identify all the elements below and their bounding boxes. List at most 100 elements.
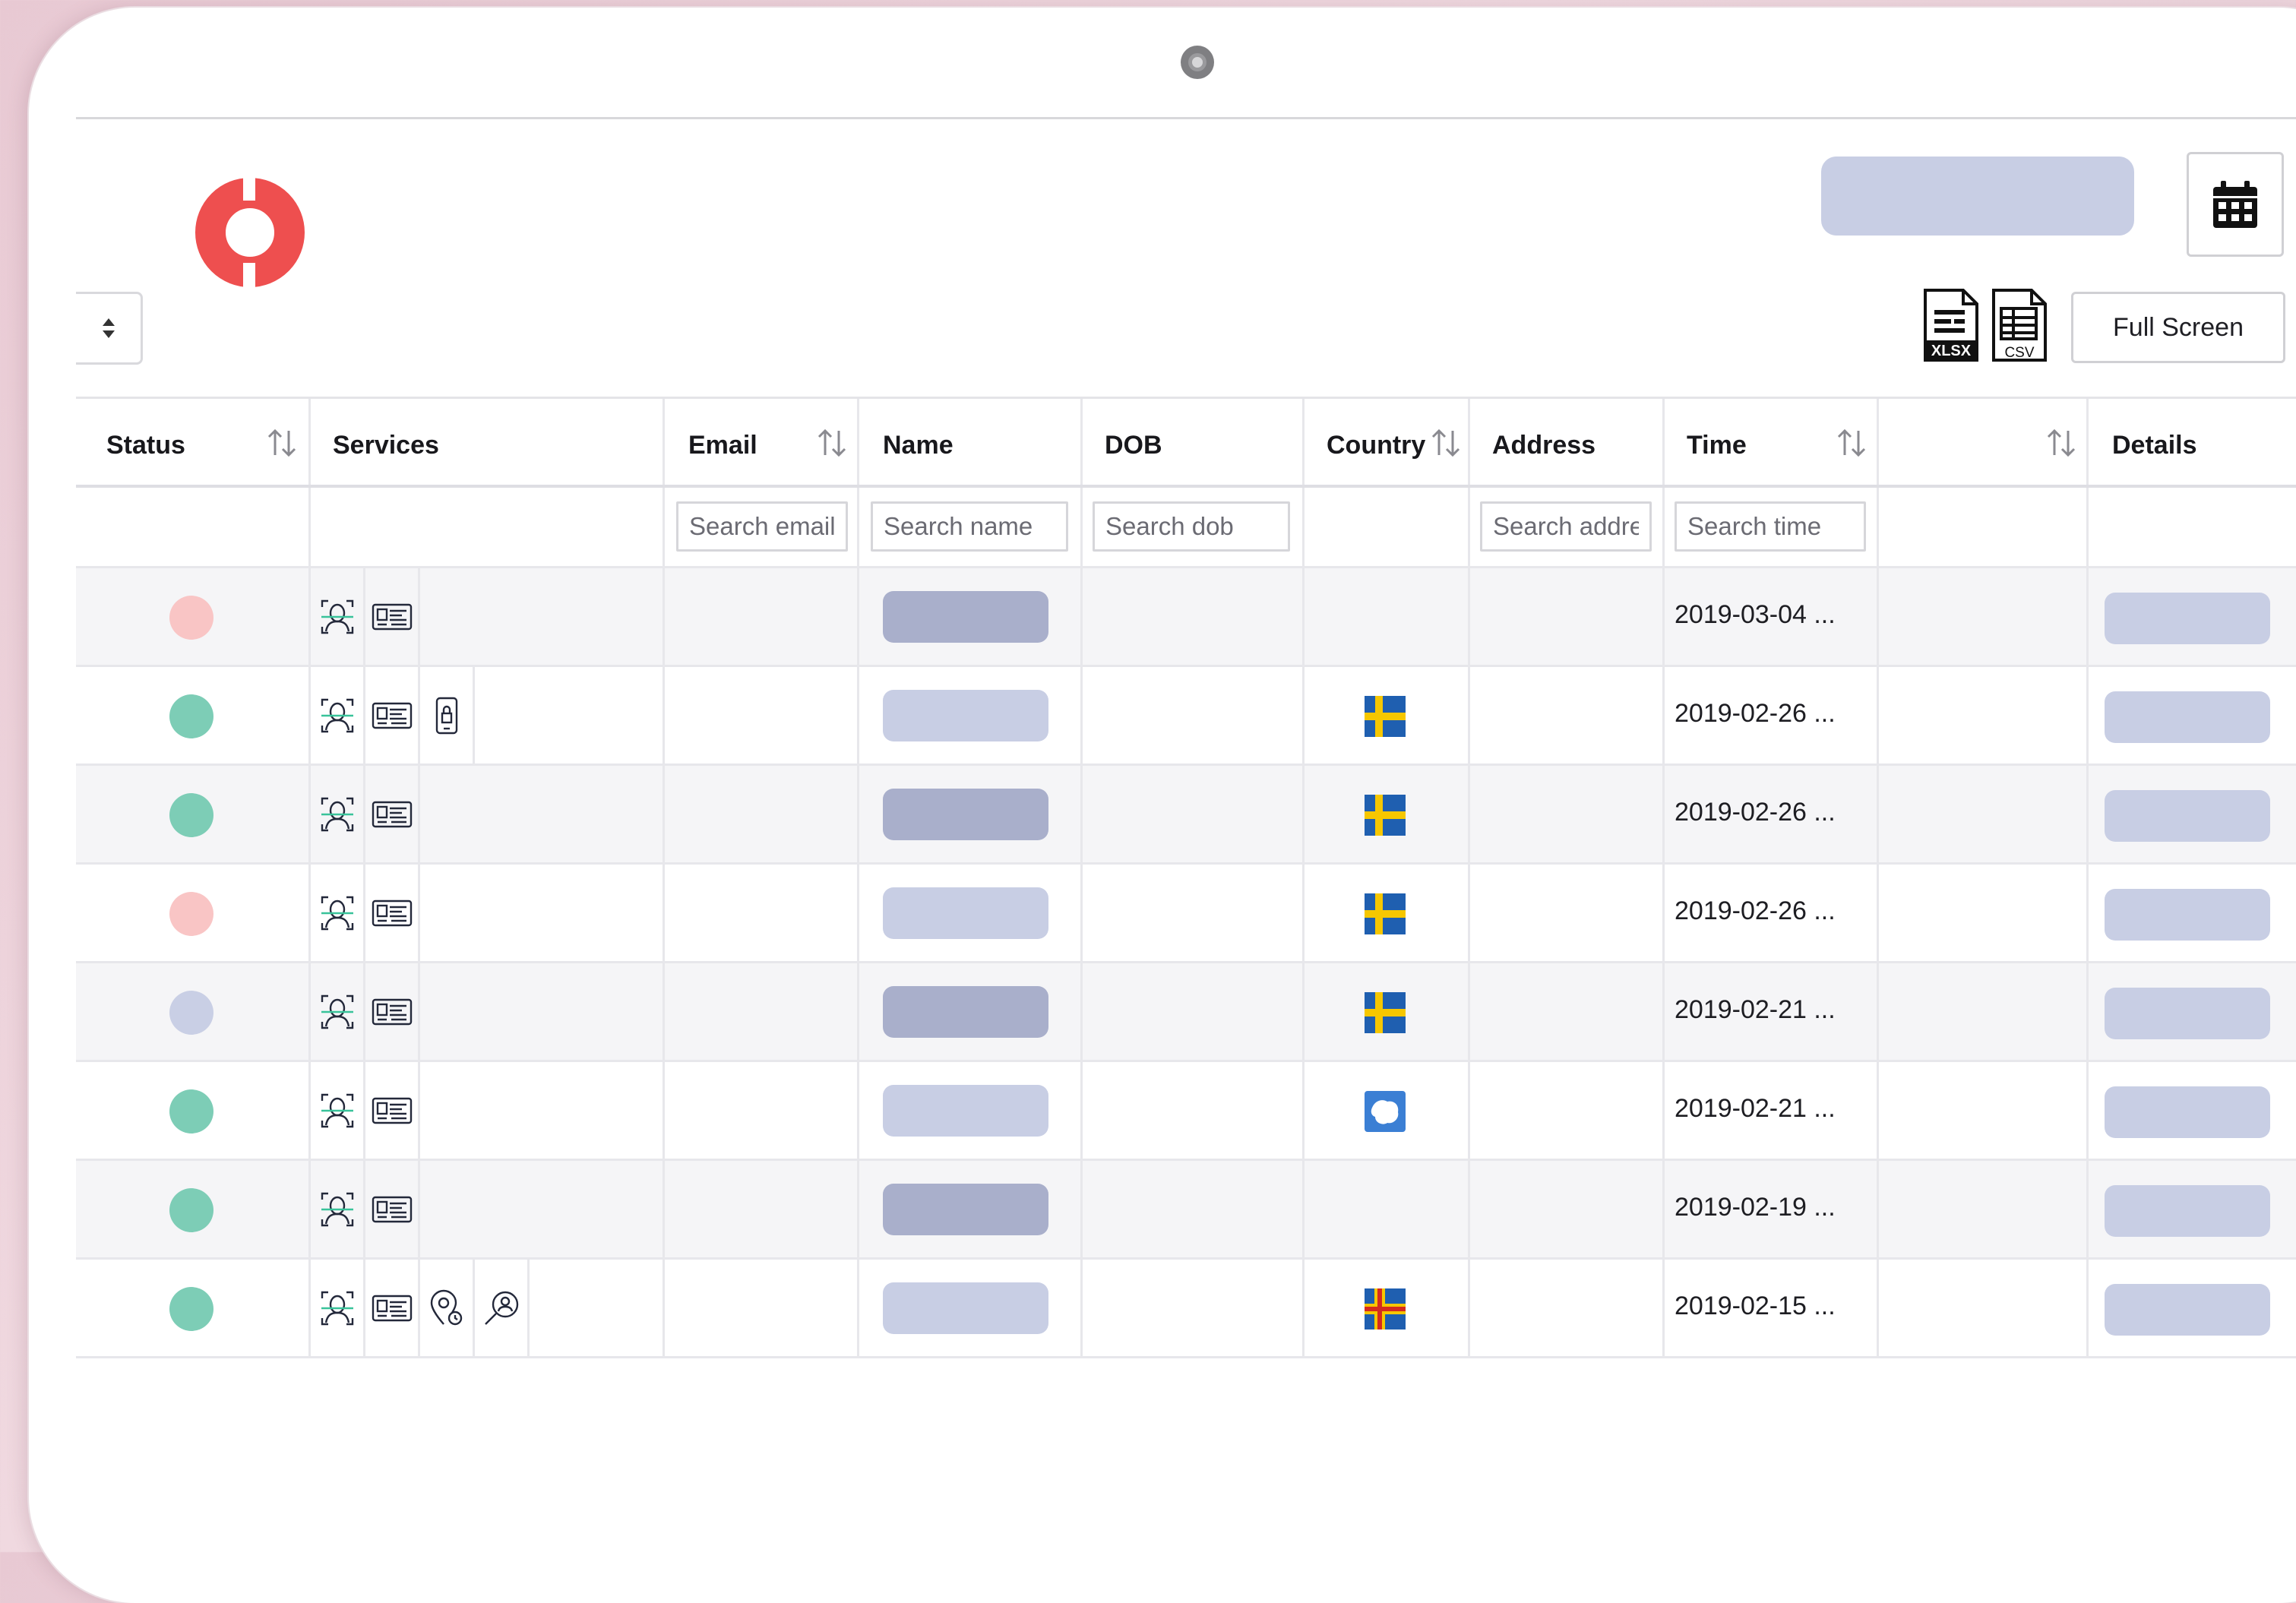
date-range-button[interactable]: [1821, 157, 2134, 236]
column-divider: [1302, 865, 1305, 961]
column-divider: [1468, 667, 1470, 764]
column-divider: [2086, 1062, 2089, 1159]
table-row[interactable]: 2019-02-26 ...: [76, 766, 2296, 865]
column-divider: [1662, 568, 1665, 665]
column-divider: [1080, 399, 1083, 485]
column-divider: [1468, 488, 1470, 566]
sort-toggle-button[interactable]: [76, 292, 143, 365]
column-divider: [1468, 1062, 1470, 1159]
column-divider: [1877, 865, 1879, 961]
column-divider: [1468, 568, 1470, 665]
column-divider: [1302, 667, 1305, 764]
time-search-input[interactable]: [1675, 501, 1866, 552]
column-divider: [1662, 1260, 1665, 1356]
column-divider: [2086, 766, 2089, 862]
table-row[interactable]: 2019-02-26 ...: [76, 667, 2296, 766]
header-country[interactable]: Country: [1327, 431, 1425, 460]
phone-lock-icon: [420, 667, 475, 764]
column-divider: [857, 1062, 859, 1159]
time-cell: 2019-02-15 ...: [1675, 1292, 1836, 1320]
column-divider: [857, 488, 859, 566]
email-search-input[interactable]: [676, 501, 848, 552]
header-time[interactable]: Time: [1687, 431, 1747, 460]
sort-arrows-icon[interactable]: [816, 428, 848, 458]
column-divider: [1662, 399, 1665, 485]
face-scan-icon: [311, 667, 365, 764]
xlsx-export-icon[interactable]: XLSX: [1922, 289, 1980, 362]
sort-updown-icon: [102, 318, 115, 338]
details-button[interactable]: [2105, 691, 2270, 743]
column-divider: [1302, 488, 1305, 566]
csv-export-icon[interactable]: CSV: [1991, 289, 2048, 362]
face-scan-icon: [311, 1062, 365, 1159]
full-screen-button[interactable]: Full Screen: [2071, 292, 2285, 363]
divider: [76, 117, 2296, 119]
id-card-icon: [365, 568, 420, 665]
sort-arrows-icon[interactable]: [1430, 428, 1462, 458]
column-divider: [857, 865, 859, 961]
column-divider: [2086, 399, 2089, 485]
column-divider: [1662, 865, 1665, 961]
name-redacted: [883, 887, 1048, 939]
column-divider: [1302, 1062, 1305, 1159]
id-card-icon: [365, 667, 420, 764]
name-redacted: [883, 1085, 1048, 1137]
table-row[interactable]: 2019-02-26 ...: [76, 865, 2296, 963]
column-divider: [663, 667, 665, 764]
svg-text:CSV: CSV: [2004, 345, 2034, 361]
name-redacted: [883, 591, 1048, 643]
dob-search-input[interactable]: [1093, 501, 1290, 552]
status-indicator: [169, 892, 213, 936]
column-divider: [1468, 766, 1470, 862]
details-button[interactable]: [2105, 1086, 2270, 1138]
column-divider: [1468, 1260, 1470, 1356]
column-divider: [1468, 963, 1470, 1060]
column-divider: [1877, 1062, 1879, 1159]
table-row[interactable]: 2019-02-21 ...: [76, 1062, 2296, 1161]
column-divider: [663, 399, 665, 485]
column-divider: [663, 488, 665, 566]
status-indicator: [169, 1089, 213, 1133]
table-row[interactable]: 2019-03-04 ...: [76, 568, 2296, 667]
name-redacted: [883, 1184, 1048, 1235]
status-indicator: [169, 793, 213, 837]
header-status[interactable]: Status: [106, 431, 185, 460]
details-button[interactable]: [2105, 790, 2270, 842]
face-scan-icon: [311, 568, 365, 665]
column-divider: [857, 568, 859, 665]
column-divider: [1080, 865, 1083, 961]
column-divider: [1080, 667, 1083, 764]
details-button[interactable]: [2105, 889, 2270, 941]
column-divider: [1080, 1260, 1083, 1356]
name-search-input[interactable]: [871, 501, 1068, 552]
search-person-icon: [475, 1260, 530, 1356]
header-details: Details: [2112, 431, 2197, 460]
id-card-icon: [365, 963, 420, 1060]
header-email[interactable]: Email: [688, 431, 757, 460]
table-row[interactable]: 2019-02-21 ...: [76, 963, 2296, 1062]
column-divider: [1877, 488, 1879, 566]
time-cell: 2019-02-19 ...: [1675, 1193, 1836, 1222]
column-divider: [857, 1161, 859, 1257]
address-search-input[interactable]: [1480, 501, 1652, 552]
face-scan-icon: [311, 865, 365, 961]
details-button[interactable]: [2105, 988, 2270, 1039]
details-button[interactable]: [2105, 1185, 2270, 1237]
table-row[interactable]: 2019-02-19 ...: [76, 1161, 2296, 1260]
column-divider: [1468, 399, 1470, 485]
column-divider: [2086, 1260, 2089, 1356]
table-row[interactable]: 2019-02-15 ...: [76, 1260, 2296, 1358]
column-divider: [1662, 963, 1665, 1060]
face-scan-icon: [311, 766, 365, 862]
sort-arrows-icon[interactable]: [1836, 428, 1867, 458]
sort-arrows-icon[interactable]: [2045, 428, 2077, 458]
column-divider: [1662, 488, 1665, 566]
details-button[interactable]: [2105, 1284, 2270, 1336]
calendar-button[interactable]: [2187, 152, 2284, 257]
time-cell: 2019-02-21 ...: [1675, 1094, 1836, 1123]
details-button[interactable]: [2105, 593, 2270, 644]
column-divider: [857, 963, 859, 1060]
sort-arrows-icon[interactable]: [266, 428, 298, 458]
column-divider: [1468, 1161, 1470, 1257]
column-divider: [663, 1260, 665, 1356]
